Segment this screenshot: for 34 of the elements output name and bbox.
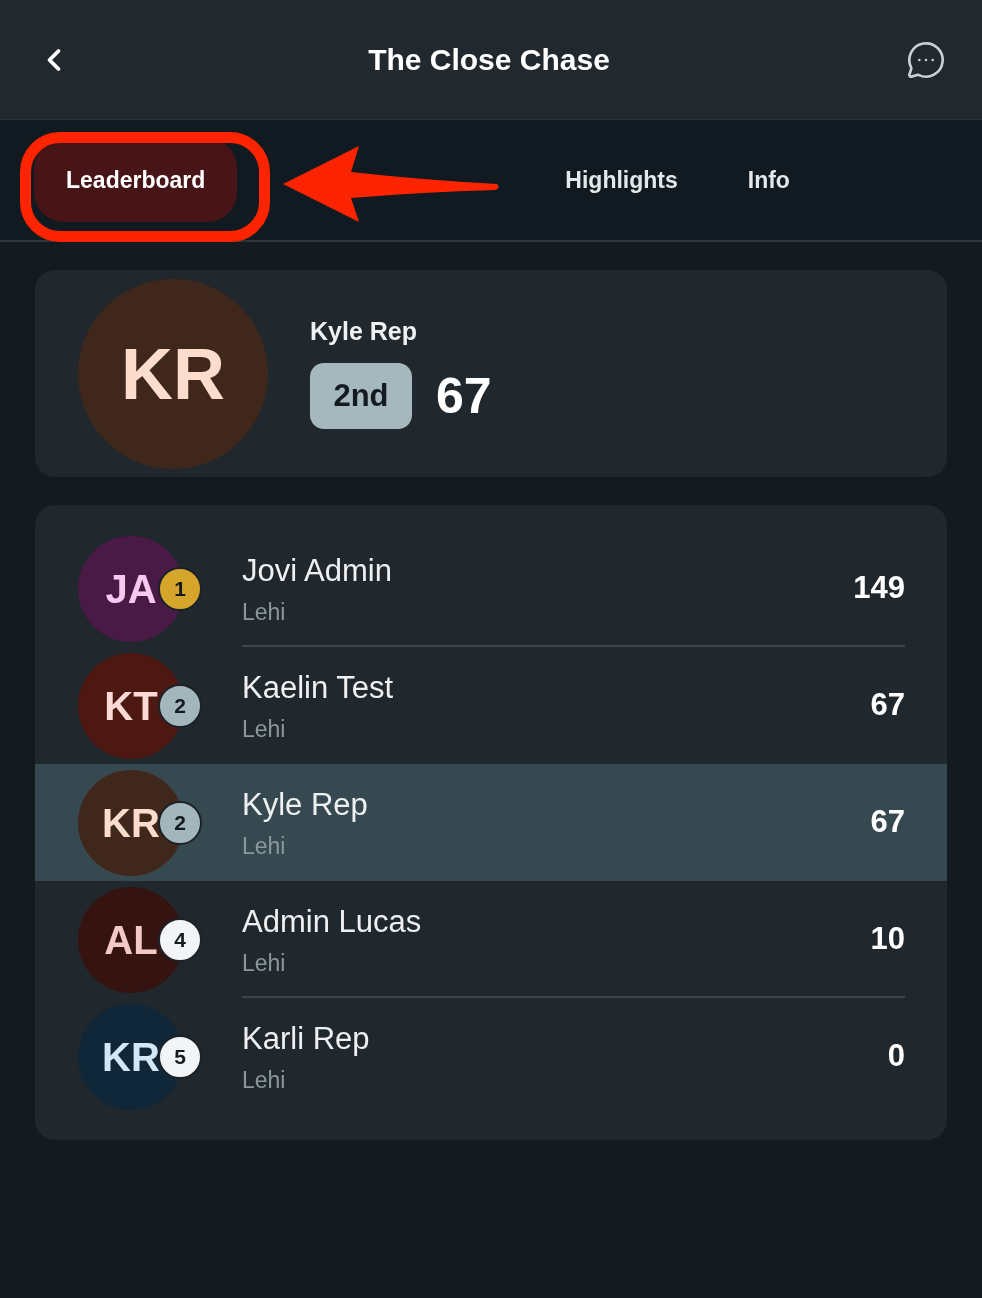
player-name: Admin Lucas <box>242 903 423 941</box>
player-location: Lehi <box>242 948 287 978</box>
player-score: 67 <box>870 686 905 725</box>
player-location: Lehi <box>242 831 287 861</box>
leaderboard-row[interactable]: KR 2 Kyle Rep Lehi 67 <box>35 764 947 881</box>
user-score: 67 <box>436 366 492 426</box>
player-score: 67 <box>870 803 905 842</box>
player-name: Kaelin Test <box>242 669 395 707</box>
user-name: Kyle Rep <box>310 316 418 348</box>
page-title: The Close Chase <box>368 42 610 78</box>
arrow-icon <box>283 146 501 222</box>
avatar-initials: KR <box>102 799 160 847</box>
player-location: Lehi <box>242 1065 287 1095</box>
tab[interactable]: Highlights <box>533 138 710 222</box>
avatar-initials: JA <box>105 565 157 613</box>
avatar-initials: AL <box>104 916 158 964</box>
player-name: Karli Rep <box>242 1020 371 1058</box>
player-name: Jovi Admin <box>242 552 393 590</box>
player-score: 0 <box>887 1037 905 1076</box>
tab[interactable]: Info <box>715 138 822 222</box>
leaderboard-row[interactable]: JA 1 Jovi Admin Lehi 149 <box>35 530 947 647</box>
rank-badge: 2nd <box>310 363 412 430</box>
leaderboard-row[interactable]: KR 5 Karli Rep Lehi 0 <box>35 998 947 1115</box>
player-location: Lehi <box>242 597 287 627</box>
player-location: Lehi <box>242 714 287 744</box>
player-name: Kyle Rep <box>242 786 369 824</box>
player-score: 10 <box>870 920 905 959</box>
player-score: 149 <box>853 569 905 608</box>
chat-icon[interactable] <box>906 39 946 80</box>
avatar-initials: KR <box>102 1033 160 1081</box>
leaderboard-row[interactable]: AL 4 Admin Lucas Lehi 10 <box>35 881 947 998</box>
leaderboard-row[interactable]: KT 2 Kaelin Test Lehi 67 <box>35 647 947 764</box>
avatar-initials: KR <box>121 332 225 416</box>
avatar-initials: KT <box>104 682 158 730</box>
